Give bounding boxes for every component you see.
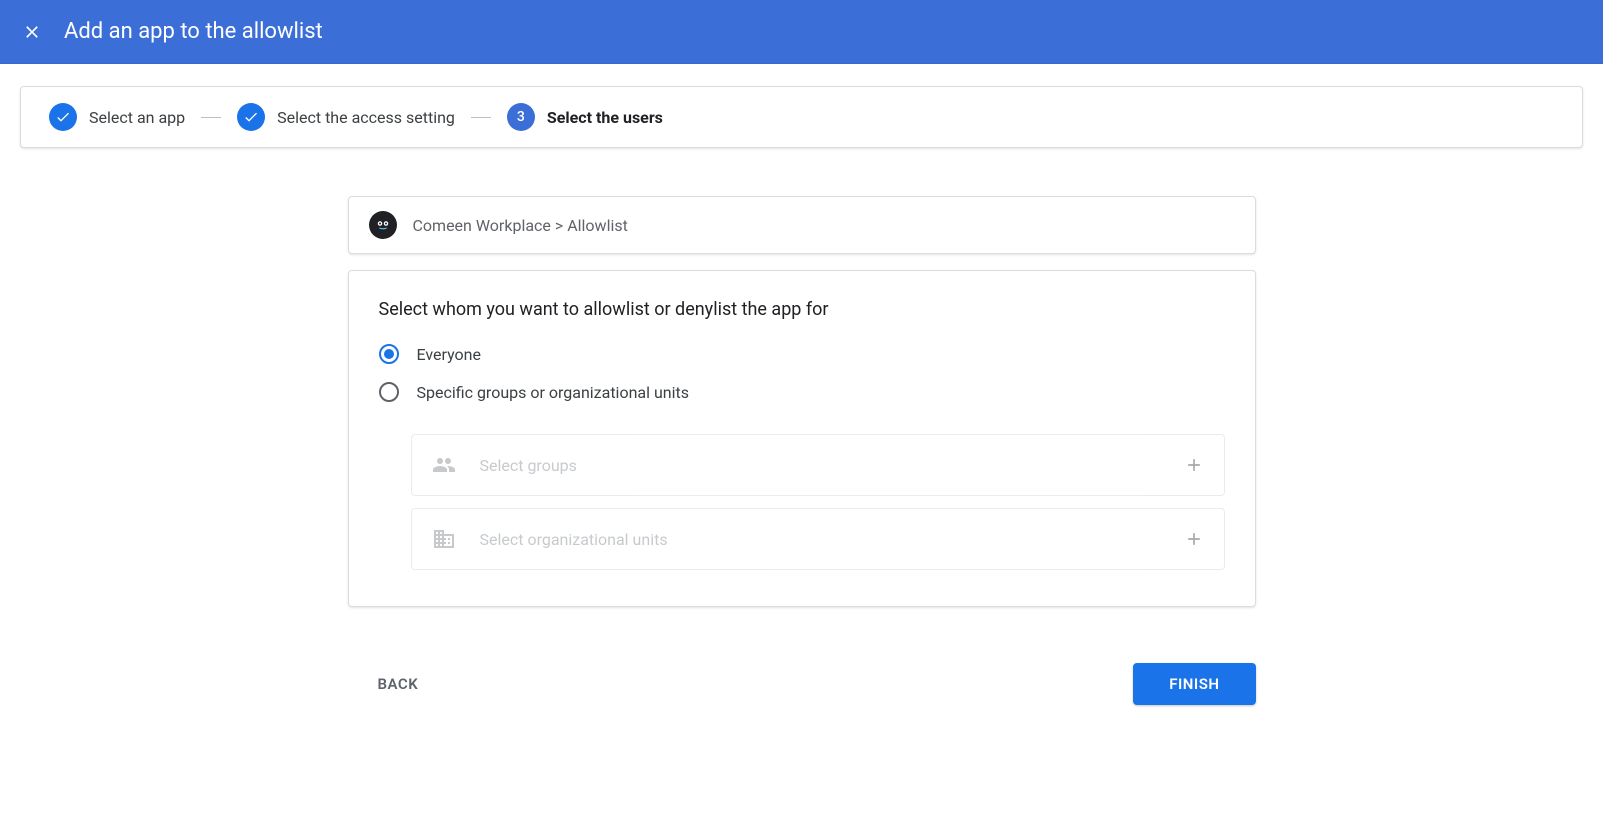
step-1[interactable]: Select an app: [49, 103, 185, 131]
radio-button: [379, 382, 399, 402]
step-3-circle: 3: [507, 103, 535, 131]
select-groups-row: Select groups: [411, 434, 1225, 496]
step-3[interactable]: 3 Select the users: [507, 103, 663, 131]
back-button[interactable]: BACK: [348, 665, 449, 703]
step-connector: [201, 117, 221, 118]
breadcrumb-card: Comeen Workplace > Allowlist: [348, 196, 1256, 254]
step-1-label: Select an app: [89, 108, 185, 127]
close-button[interactable]: [20, 20, 44, 44]
selector-rows: Select groups Select organizational unit…: [411, 434, 1225, 570]
select-org-units-row: Select organizational units: [411, 508, 1225, 570]
step-connector: [471, 117, 491, 118]
app-logo-icon: [374, 216, 392, 234]
breadcrumb-app: Comeen Workplace: [413, 216, 551, 235]
radio-everyone[interactable]: Everyone: [379, 344, 1225, 364]
app-icon: [369, 211, 397, 239]
step-3-label: Select the users: [547, 108, 663, 127]
main-heading: Select whom you want to allowlist or den…: [379, 299, 1225, 320]
radio-everyone-label: Everyone: [417, 345, 481, 364]
check-icon: [55, 109, 71, 125]
select-org-units-label: Select organizational units: [480, 530, 1160, 549]
groups-icon: [432, 453, 456, 477]
select-groups-label: Select groups: [480, 456, 1160, 475]
finish-button[interactable]: FINISH: [1133, 663, 1255, 705]
radio-specific[interactable]: Specific groups or organizational units: [379, 382, 1225, 402]
radio-specific-label: Specific groups or organizational units: [417, 383, 690, 402]
breadcrumb-sep: >: [551, 216, 567, 235]
plus-icon: [1184, 455, 1204, 475]
org-units-icon: [432, 527, 456, 551]
breadcrumb-text: Comeen Workplace > Allowlist: [413, 216, 628, 235]
close-icon: [22, 22, 42, 42]
step-1-circle: [49, 103, 77, 131]
add-groups-button: [1184, 455, 1204, 475]
step-2[interactable]: Select the access setting: [237, 103, 455, 131]
stepper: Select an app Select the access setting …: [20, 86, 1583, 148]
step-2-label: Select the access setting: [277, 108, 455, 127]
breadcrumb-page: Allowlist: [567, 216, 628, 235]
main-card: Select whom you want to allowlist or den…: [348, 270, 1256, 607]
radio-button-selected: [379, 344, 399, 364]
content-area: Comeen Workplace > Allowlist Select whom…: [328, 196, 1276, 607]
header-bar: Add an app to the allowlist: [0, 0, 1603, 64]
page-title: Add an app to the allowlist: [64, 19, 323, 44]
radio-group: Everyone Specific groups or organization…: [379, 344, 1225, 402]
add-org-units-button: [1184, 529, 1204, 549]
plus-icon: [1184, 529, 1204, 549]
check-icon: [243, 109, 259, 125]
step-2-circle: [237, 103, 265, 131]
footer-actions: BACK FINISH: [328, 607, 1276, 745]
